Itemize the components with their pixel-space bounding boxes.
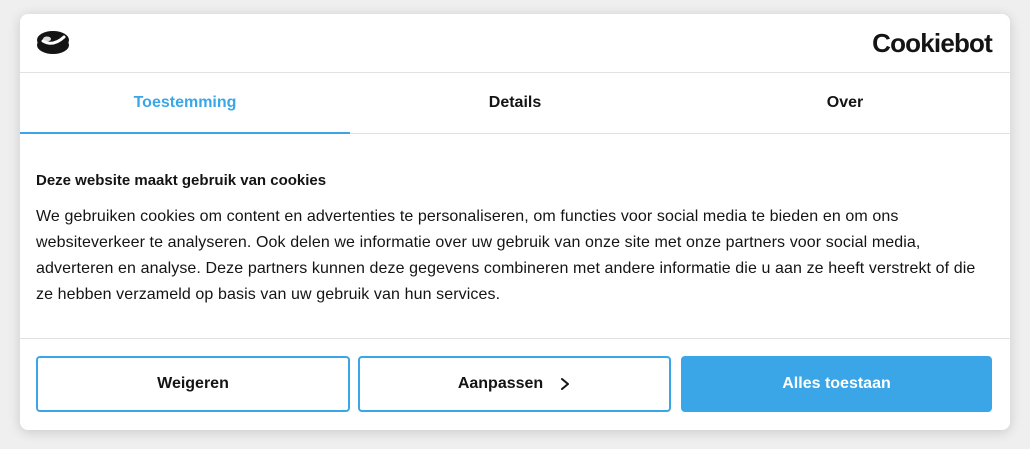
tab-toestemming[interactable]: Toestemming (20, 73, 350, 134)
cookie-icon (37, 31, 69, 54)
allow-all-button-label: Alles toestaan (782, 375, 891, 392)
deny-button[interactable]: Weigeren (36, 356, 350, 412)
deny-button-label: Weigeren (157, 375, 229, 392)
button-row: Weigeren Aanpassen Alles toestaan (36, 356, 992, 412)
brand-name: Cookiebot (872, 28, 993, 58)
content-body: We gebruiken cookies om content en adver… (36, 208, 976, 303)
dialog-header: Cookiebot (20, 14, 1010, 73)
allow-all-button[interactable]: Alles toestaan (681, 356, 992, 412)
tab-details[interactable]: Details (350, 73, 680, 133)
customize-button-label: Aanpassen (457, 375, 544, 392)
tab-over[interactable]: Over (680, 73, 1010, 133)
content-title: Deze website maakt gebruik van cookies (36, 172, 327, 189)
tab-bar: Toestemming Details Over (20, 73, 1010, 134)
consent-content: Deze website maakt gebruik van cookies W… (36, 170, 986, 308)
customize-button[interactable]: Aanpassen (358, 356, 671, 412)
cookiebot-logo[interactable]: Cookiebot (872, 28, 993, 58)
chevron-right-icon (561, 378, 570, 390)
footer-divider (20, 338, 1010, 339)
cookie-consent-dialog: Cookiebot Toestemming Details Over Deze … (20, 14, 1010, 430)
